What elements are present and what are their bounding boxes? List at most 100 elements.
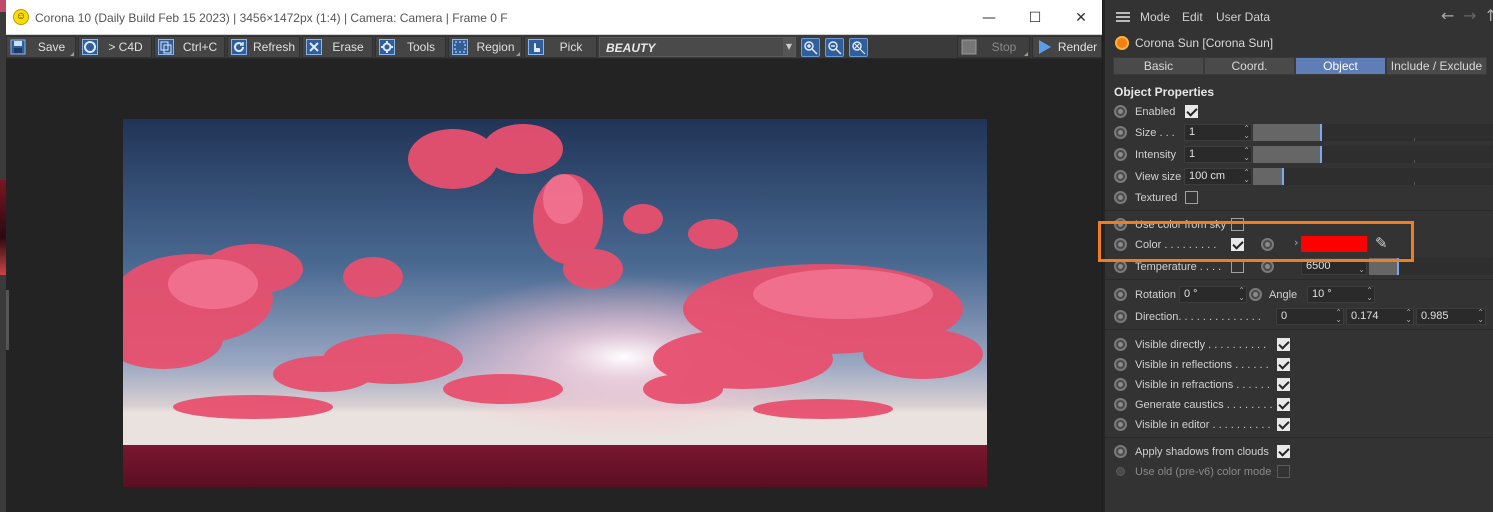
spinner-icon[interactable]: ⌃ ⌄ xyxy=(1243,125,1250,140)
angle-input[interactable]: 10 ° ⌃ ⌄ xyxy=(1307,286,1375,303)
keyframe-radio[interactable] xyxy=(1114,170,1127,183)
keyframe-radio[interactable] xyxy=(1114,191,1127,204)
keyframe-radio[interactable] xyxy=(1114,310,1127,323)
rotation-input[interactable]: 0 ° ⌃ ⌄ xyxy=(1179,286,1247,303)
use-old-color-mode-label: Use old (pre-v6) color mode xyxy=(1135,466,1272,478)
spinner-icon[interactable]: ⌃ ⌄ xyxy=(1477,309,1484,324)
corona-smiley-icon: ☺ xyxy=(13,9,29,25)
rendered-sky-image xyxy=(123,119,987,487)
spinner-icon[interactable]: ⌃ ⌄ xyxy=(1243,169,1250,184)
tab-include-exclude[interactable]: Include / Exclude xyxy=(1386,57,1487,75)
intensity-slider[interactable] xyxy=(1253,146,1493,163)
view-size-value: 100 cm xyxy=(1189,170,1226,182)
render-button[interactable]: Render xyxy=(1032,36,1102,58)
keyframe-radio[interactable] xyxy=(1114,288,1127,301)
save-button[interactable]: Save xyxy=(6,36,76,58)
minimize-button[interactable]: — xyxy=(966,6,1012,30)
keyframe-radio[interactable] xyxy=(1114,418,1127,431)
spinner-icon[interactable]: ⌃ ⌄ xyxy=(1238,287,1245,302)
visible-in-reflections-checkbox[interactable] xyxy=(1277,358,1290,371)
zoom-in-icon[interactable] xyxy=(801,38,820,57)
view-size-label: View size xyxy=(1135,171,1182,183)
row-visible-directly: Visible directly . . . . . . . . . . xyxy=(1105,334,1493,354)
visible-directly-label: Visible directly . . . . . . . . . . xyxy=(1135,339,1267,351)
enabled-checkbox[interactable] xyxy=(1185,105,1198,118)
keyframe-radio[interactable] xyxy=(1114,126,1127,139)
use-old-color-mode-checkbox xyxy=(1277,465,1290,478)
angle-value: 10 ° xyxy=(1312,288,1332,300)
am-tabs: Basic Coord. Object Include / Exclude xyxy=(1113,57,1487,75)
apply-shadows-label: Apply shadows from clouds xyxy=(1135,446,1269,458)
tab-coord[interactable]: Coord. xyxy=(1204,57,1295,75)
tools-icon xyxy=(377,37,397,57)
to-c4d-button[interactable]: > C4D xyxy=(78,36,152,58)
size-slider[interactable] xyxy=(1253,124,1493,141)
menu-edit[interactable]: Edit xyxy=(1182,10,1203,24)
channel-select[interactable]: BEAUTY ▼ xyxy=(599,37,796,57)
view-size-slider[interactable] xyxy=(1253,168,1493,185)
keyframe-radio xyxy=(1116,467,1125,476)
arrow-left-icon[interactable]: ← xyxy=(1441,6,1454,25)
pick-button[interactable]: Pick xyxy=(524,36,597,58)
size-input[interactable]: 1 ⌃ ⌄ xyxy=(1184,124,1252,141)
arrow-right-icon[interactable]: → xyxy=(1463,6,1476,25)
visible-in-editor-checkbox[interactable] xyxy=(1277,418,1290,431)
to-c4d-label: > C4D xyxy=(108,40,143,54)
visible-in-editor-label: Visible in editor . . . . . . . . . . xyxy=(1135,419,1271,431)
direction-y-value: 0.174 xyxy=(1351,310,1379,322)
keyframe-radio[interactable] xyxy=(1114,358,1127,371)
erase-button[interactable]: Erase xyxy=(302,36,373,58)
direction-y-input[interactable]: 0.174 ⌃ ⌄ xyxy=(1346,308,1414,325)
apply-shadows-checkbox[interactable] xyxy=(1277,445,1290,458)
keyframe-radio[interactable] xyxy=(1114,445,1127,458)
channel-value: BEAUTY xyxy=(606,41,656,55)
spinner-icon[interactable]: ⌃ ⌄ xyxy=(1335,309,1342,324)
generate-caustics-checkbox[interactable] xyxy=(1277,398,1290,411)
zoom-fit-icon[interactable] xyxy=(849,38,868,57)
desktop: ☺ Corona 10 (Daily Build Feb 15 2023) | … xyxy=(0,0,1493,512)
tools-button[interactable]: Tools xyxy=(375,36,446,58)
keyframe-radio[interactable] xyxy=(1114,378,1127,391)
vfb-titlebar[interactable]: ☺ Corona 10 (Daily Build Feb 15 2023) | … xyxy=(6,0,1102,35)
tab-object[interactable]: Object xyxy=(1295,57,1386,75)
color-highlight-box xyxy=(1098,221,1414,262)
copy-button[interactable]: Ctrl+C xyxy=(154,36,225,58)
temperature-label: Temperature . . . . xyxy=(1135,261,1222,273)
direction-x-input[interactable]: 0 ⌃ ⌄ xyxy=(1276,308,1344,325)
stop-button[interactable]: Stop xyxy=(957,36,1030,58)
keyframe-radio[interactable] xyxy=(1114,398,1127,411)
row-size: Size . . . 1 ⌃ ⌄ xyxy=(1105,122,1493,142)
keyframe-radio[interactable] xyxy=(1114,338,1127,351)
spinner-icon[interactable]: ⌃ ⌄ xyxy=(1405,309,1412,324)
erase-icon xyxy=(304,37,324,57)
intensity-input[interactable]: 1 ⌃ ⌄ xyxy=(1184,146,1252,163)
keyframe-radio[interactable] xyxy=(1114,148,1127,161)
keyframe-radio[interactable] xyxy=(1114,105,1127,118)
zoom-out-icon[interactable] xyxy=(825,38,844,57)
direction-x-value: 0 xyxy=(1281,310,1288,322)
refresh-button[interactable]: Refresh xyxy=(227,36,300,58)
visible-directly-checkbox[interactable] xyxy=(1277,338,1290,351)
spinner-icon[interactable]: ⌃ ⌄ xyxy=(1366,287,1373,302)
vfb-toolbar: Save > C4D Ctrl+C Refresh Erase Tools Re… xyxy=(6,35,1102,59)
rotation-value: 0 ° xyxy=(1184,288,1198,300)
menu-user-data[interactable]: User Data xyxy=(1216,10,1270,24)
enabled-label: Enabled xyxy=(1135,106,1176,118)
spinner-icon[interactable]: ⌃ ⌄ xyxy=(1243,147,1250,162)
region-button[interactable]: Region xyxy=(448,36,522,58)
hamburger-menu-icon[interactable] xyxy=(1116,12,1130,22)
size-value: 1 xyxy=(1189,126,1196,138)
arrow-up-icon[interactable]: ↑ xyxy=(1484,6,1493,25)
visible-in-refractions-checkbox[interactable] xyxy=(1277,378,1290,391)
view-size-input[interactable]: 100 cm ⌃ ⌄ xyxy=(1184,168,1252,185)
maximize-button[interactable]: ☐ xyxy=(1012,6,1058,30)
vfb-scrollbar[interactable] xyxy=(6,290,9,350)
close-button[interactable]: ✕ xyxy=(1058,6,1104,30)
direction-z-input[interactable]: 0.985 ⌃ ⌄ xyxy=(1416,308,1486,325)
render-icon xyxy=(1034,37,1054,57)
refresh-label: Refresh xyxy=(252,40,296,54)
angle-keyframe-radio[interactable] xyxy=(1249,288,1262,301)
tab-basic[interactable]: Basic xyxy=(1113,57,1204,75)
textured-checkbox[interactable] xyxy=(1185,191,1198,204)
menu-mode[interactable]: Mode xyxy=(1140,10,1170,24)
